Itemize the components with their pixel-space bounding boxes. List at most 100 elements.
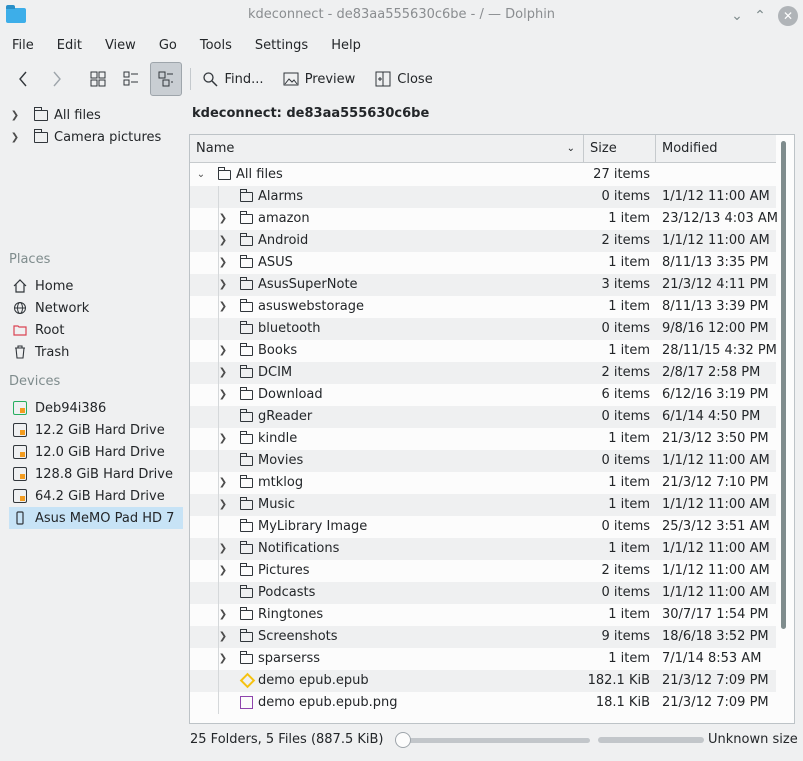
vertical-scrollbar[interactable]: [779, 141, 787, 721]
file-name: amazon: [258, 211, 310, 226]
device-label: 12.2 GiB Hard Drive: [35, 422, 165, 438]
scrollbar-thumb[interactable]: [781, 141, 786, 629]
places-heading: Places: [9, 252, 51, 267]
file-row[interactable]: ❯ DCIM 2 items 2/8/17 2:58 PM: [190, 362, 776, 384]
device-item[interactable]: 64.2 GiB Hard Drive: [9, 485, 183, 507]
close-split-button[interactable]: Close: [372, 62, 436, 96]
chevron-right-icon[interactable]: ❯: [217, 494, 229, 516]
file-modified: 21/3/12 3:50 PM: [662, 431, 769, 446]
preview-button[interactable]: Preview: [280, 62, 358, 96]
folder-icon: [240, 277, 253, 290]
chevron-right-icon[interactable]: ❯: [217, 428, 229, 450]
file-name: demo epub.epub.png: [258, 695, 398, 710]
menu-settings[interactable]: Settings: [243, 35, 319, 57]
maximize-button[interactable]: ⌃: [750, 6, 770, 26]
file-row[interactable]: ❯ Screenshots 9 items 18/6/18 3:52 PM: [190, 626, 776, 648]
place-home[interactable]: Home: [9, 275, 183, 297]
zoom-slider[interactable]: [395, 732, 591, 748]
chevron-right-icon[interactable]: ❯: [8, 132, 22, 143]
file-row[interactable]: ❯ Pictures 2 items 1/1/12 11:00 AM: [190, 560, 776, 582]
column-name-header[interactable]: Name ⌄: [190, 135, 584, 163]
device-item[interactable]: 12.0 GiB Hard Drive: [9, 441, 183, 463]
file-view[interactable]: Name ⌄ Size Modified ⌄ All files 27 item…: [189, 134, 795, 724]
column-modified-header[interactable]: Modified: [656, 135, 776, 163]
minimize-button[interactable]: ⌄: [727, 6, 747, 26]
device-item[interactable]: 128.8 GiB Hard Drive: [9, 463, 183, 485]
folder-icon: [218, 167, 231, 180]
file-name: Download: [258, 387, 323, 402]
zoom-track[interactable]: [403, 738, 590, 743]
device-item[interactable]: 12.2 GiB Hard Drive: [9, 419, 183, 441]
zoom-handle[interactable]: [395, 732, 411, 748]
root-row[interactable]: ⌄ All files 27 items: [190, 164, 776, 186]
chevron-right-icon[interactable]: ❯: [217, 362, 229, 384]
chevron-right-icon[interactable]: ❯: [217, 340, 229, 362]
file-row[interactable]: Alarms 0 items 1/1/12 11:00 AM: [190, 186, 776, 208]
folder-tree-item[interactable]: ❯ All files: [8, 104, 184, 126]
file-row[interactable]: ❯ Notifications 1 item 1/1/12 11:00 AM: [190, 538, 776, 560]
file-row[interactable]: ❯ asuswebstorage 1 item 8/11/13 3:39 PM: [190, 296, 776, 318]
file-modified: 23/12/13 4:03 AM: [662, 211, 778, 226]
file-row[interactable]: ❯ Ringtones 1 item 30/7/17 1:54 PM: [190, 604, 776, 626]
file-row[interactable]: demo epub.epub.png 18.1 KiB 21/3/12 7:09 P…: [190, 692, 776, 714]
chevron-right-icon[interactable]: ❯: [217, 560, 229, 582]
chevron-right-icon[interactable]: ❯: [217, 252, 229, 274]
folder-icon: [240, 321, 253, 334]
menu-tools[interactable]: Tools: [188, 35, 243, 57]
file-name: Notifications: [258, 541, 340, 556]
file-row[interactable]: bluetooth 0 items 9/8/16 12:00 PM: [190, 318, 776, 340]
file-row[interactable]: Podcasts 0 items 1/1/12 11:00 AM: [190, 582, 776, 604]
file-row[interactable]: gReader 0 items 6/1/14 4:50 PM: [190, 406, 776, 428]
back-button[interactable]: [10, 62, 36, 96]
file-row[interactable]: ❯ ASUS 1 item 8/11/13 3:35 PM: [190, 252, 776, 274]
chevron-right-icon[interactable]: ❯: [8, 110, 22, 121]
icons-view-button[interactable]: [84, 62, 112, 96]
file-size: 27 items: [593, 167, 650, 182]
menu-edit[interactable]: Edit: [45, 35, 93, 57]
file-row[interactable]: ❯ sparserss 1 item 7/1/14 8:53 AM: [190, 648, 776, 670]
device-label: Deb94i386: [35, 400, 107, 416]
file-row[interactable]: ❯ kindle 1 item 21/3/12 3:50 PM: [190, 428, 776, 450]
file-row[interactable]: ❯ Books 1 item 28/11/15 4:32 PM: [190, 340, 777, 362]
file-row[interactable]: ❯ mtklog 1 item 21/3/12 7:10 PM: [190, 472, 776, 494]
split-close-icon: [375, 71, 391, 87]
folder-icon: [240, 255, 253, 268]
chevron-right-icon[interactable]: ❯: [217, 604, 229, 626]
menu-go[interactable]: Go: [147, 35, 188, 57]
compact-view-button[interactable]: [117, 62, 145, 96]
place-root[interactable]: Root: [9, 319, 183, 341]
menu-file[interactable]: File: [0, 35, 45, 57]
file-row[interactable]: ❯ Music 1 item 1/1/12 11:00 AM: [190, 494, 776, 516]
file-row[interactable]: Movies 0 items 1/1/12 11:00 AM: [190, 450, 776, 472]
device-item[interactable]: Deb94i386: [9, 397, 183, 419]
chevron-right-icon[interactable]: ❯: [217, 648, 229, 670]
chevron-right-icon[interactable]: ❯: [217, 626, 229, 648]
column-size-header[interactable]: Size: [584, 135, 656, 163]
chevron-right-icon[interactable]: ❯: [217, 208, 229, 230]
file-row[interactable]: demo epub.epub 182.1 KiB 21/3/12 7:09 PM: [190, 670, 776, 692]
folder-icon: [240, 365, 253, 378]
place-trash[interactable]: Trash: [9, 341, 183, 363]
details-view-button[interactable]: [150, 62, 182, 96]
place-network[interactable]: Network: [9, 297, 183, 319]
menu-help[interactable]: Help: [319, 35, 372, 57]
file-row[interactable]: ❯ Android 2 items 1/1/12 11:00 AM: [190, 230, 776, 252]
chevron-down-icon[interactable]: ⌄: [195, 164, 207, 186]
file-modified: 1/1/12 11:00 AM: [662, 453, 770, 468]
file-row[interactable]: ❯ AsusSuperNote 3 items 21/3/12 4:11 PM: [190, 274, 776, 296]
file-row[interactable]: ❯ Download 6 items 6/12/16 3:19 PM: [190, 384, 776, 406]
file-row[interactable]: MyLibrary Image 0 items 25/3/12 3:51 AM: [190, 516, 776, 538]
find-button[interactable]: Find...: [198, 62, 268, 96]
forward-button[interactable]: [44, 62, 70, 96]
close-window-button[interactable]: ✕: [778, 6, 798, 26]
folder-tree-item[interactable]: ❯ Camera pictures: [8, 126, 184, 148]
chevron-right-icon[interactable]: ❯: [217, 230, 229, 252]
menu-view[interactable]: View: [93, 35, 147, 57]
device-item-selected[interactable]: Asus MeMO Pad HD 7: [9, 507, 183, 529]
file-row[interactable]: ❯ amazon 1 item 23/12/13 4:03 AM: [190, 208, 778, 230]
chevron-right-icon[interactable]: ❯: [217, 384, 229, 406]
chevron-right-icon[interactable]: ❯: [217, 296, 229, 318]
chevron-right-icon[interactable]: ❯: [217, 274, 229, 296]
chevron-right-icon[interactable]: ❯: [217, 472, 229, 494]
chevron-right-icon[interactable]: ❯: [217, 538, 229, 560]
